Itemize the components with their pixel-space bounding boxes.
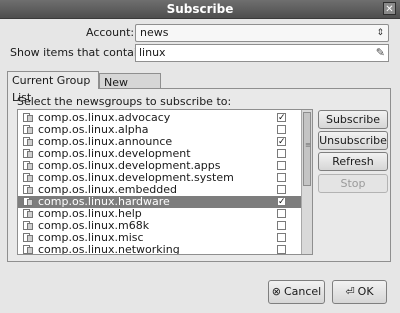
ok-button[interactable]: ⏎ OK <box>332 280 387 304</box>
account-value: news <box>140 26 169 39</box>
subscribe-checkbox[interactable] <box>277 161 286 170</box>
cancel-icon: ⊗ <box>271 285 281 298</box>
stop-button[interactable]: Stop <box>318 174 388 193</box>
newsgroup-icon-overlay <box>27 187 33 194</box>
subscribe-checkbox[interactable] <box>277 233 286 242</box>
newsgroup-icon-overlay <box>27 163 33 170</box>
newsgroup-icon-overlay <box>27 247 33 254</box>
tab-current-group-list[interactable]: Current Group List <box>7 71 99 104</box>
newsgroup-icon-overlay <box>27 223 33 230</box>
newsgroup-icon-overlay <box>27 175 33 182</box>
close-icon[interactable]: ✕ <box>383 2 396 15</box>
clear-icon[interactable]: ✎ <box>376 45 385 61</box>
newsgroup-icon-overlay <box>27 127 33 134</box>
subscribe-checkbox[interactable] <box>277 125 286 134</box>
unsubscribe-button[interactable]: Unsubscribe <box>318 131 388 150</box>
cancel-label: Cancel <box>283 285 322 298</box>
newsgroup-icon-overlay <box>27 235 33 242</box>
subscribe-checkbox[interactable]: ✓ <box>277 113 286 123</box>
subscribe-checkbox[interactable] <box>277 209 286 218</box>
filter-value: linux <box>139 46 166 59</box>
newsgroup-icon-overlay <box>27 211 33 218</box>
cancel-button[interactable]: ⊗ Cancel <box>268 280 325 304</box>
list-scrollbar[interactable]: ≡ <box>301 110 312 254</box>
subscribe-dialog: Subscribe ✕ Account: news ⇕ Show items t… <box>0 0 400 313</box>
newsgroup-name: comp.os.linux.networking <box>38 243 180 255</box>
subscribe-checkbox[interactable] <box>277 173 286 182</box>
account-combo[interactable]: news ⇕ <box>135 24 389 42</box>
subscribe-checkbox[interactable] <box>277 185 286 194</box>
subscribe-checkbox[interactable] <box>277 245 286 254</box>
ok-icon: ⏎ <box>345 285 355 298</box>
window-title: Subscribe <box>166 2 234 16</box>
subscribe-checkbox[interactable]: ✓ <box>277 197 286 207</box>
updown-arrows-icon: ⇕ <box>376 28 384 38</box>
filter-label: Show items that contain: <box>10 46 148 59</box>
scrollbar-thumb[interactable]: ≡ <box>303 112 311 186</box>
newsgroup-list[interactable]: comp.os.linux.advocacy ✓ comp.os.linux.alp… <box>17 109 313 255</box>
newsgroup-icon-overlay <box>27 139 33 146</box>
subscribe-checkbox[interactable] <box>277 221 286 230</box>
newsgroup-icon-overlay <box>27 151 33 158</box>
list-label: Select the newsgroups to subscribe to: <box>17 95 232 108</box>
title-bar[interactable]: Subscribe ✕ <box>0 0 400 19</box>
refresh-button[interactable]: Refresh <box>318 152 388 171</box>
newsgroup-icon-overlay <box>27 115 33 122</box>
ok-label: OK <box>357 285 374 298</box>
filter-input[interactable]: linux ✎ <box>135 44 389 62</box>
newsgroup-icon-overlay <box>27 199 33 206</box>
subscribe-checkbox[interactable]: ✓ <box>277 137 286 147</box>
newsgroup-row[interactable]: comp.os.linux.networking <box>18 243 302 255</box>
subscribe-checkbox[interactable] <box>277 149 286 158</box>
subscribe-button[interactable]: Subscribe <box>318 110 388 129</box>
grip-icon: ≡ <box>305 141 311 149</box>
account-label: Account: <box>86 26 135 39</box>
